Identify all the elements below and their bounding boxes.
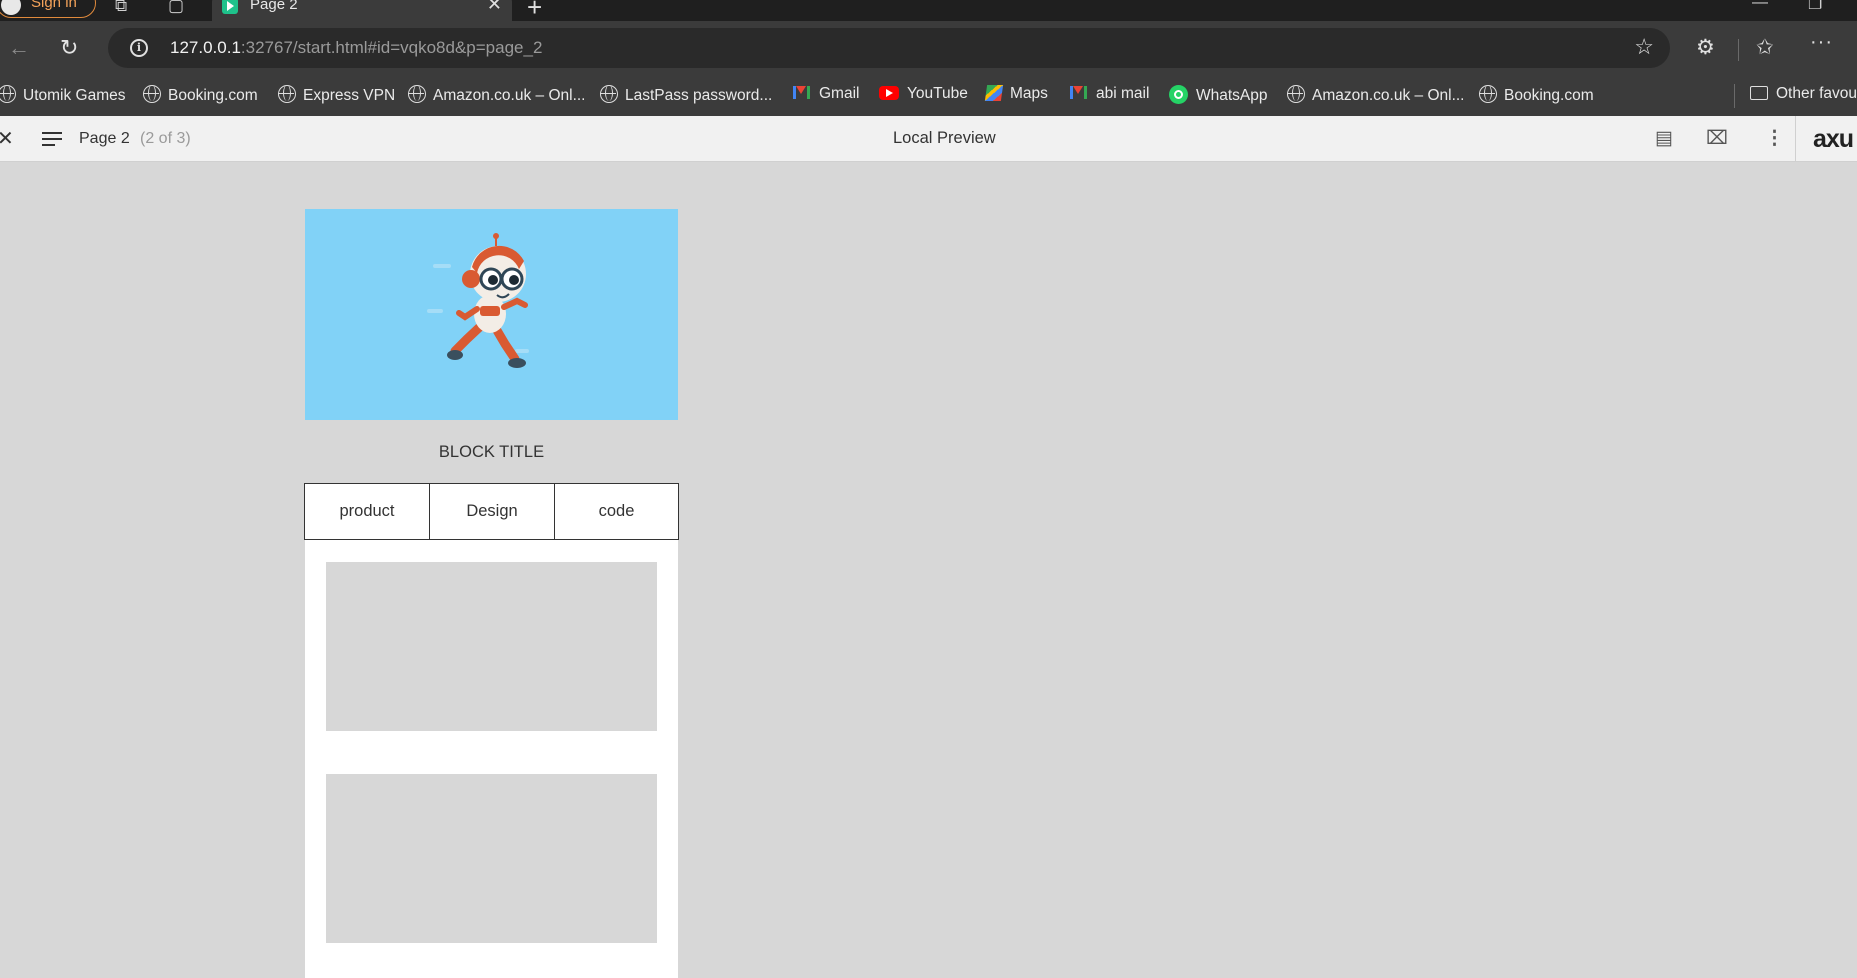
restore-window-icon[interactable]: ❐ (1808, 0, 1822, 14)
minimize-window-icon[interactable]: — (1752, 0, 1768, 12)
bookmark-youtube[interactable]: YouTube (879, 85, 968, 103)
axure-logo: axu (1813, 125, 1854, 153)
whatsapp-icon (1169, 85, 1188, 104)
tab-content-panel (305, 540, 678, 978)
page-menu-icon[interactable] (42, 132, 62, 146)
gmail-icon (793, 86, 810, 99)
bookmark-amazon[interactable]: Amazon.co.uk – Onl... (408, 85, 586, 105)
current-page-name: Page 2 (79, 130, 130, 147)
bookmark-label: Amazon.co.uk – Onl... (433, 87, 586, 104)
folder-icon (1750, 86, 1768, 100)
bookmark-label: Booking.com (168, 87, 258, 104)
bookmark-booking-2[interactable]: Booking.com (1479, 85, 1594, 105)
content-placeholder (326, 774, 657, 943)
preview-title: Local Preview (893, 129, 996, 147)
preview-toolbar: ✕ Page 2 (2 of 3) Local Preview ▤ ⌧ ⋮ ax… (0, 116, 1857, 162)
address-bar[interactable]: i 127.0.0.1:32767/start.html#id=vqko8d&p… (108, 28, 1670, 68)
url-host: 127.0.0.1 (170, 38, 241, 57)
maps-icon (984, 85, 1004, 101)
globe-icon (408, 85, 426, 103)
back-button[interactable]: ← (8, 35, 30, 61)
new-tab-button[interactable]: + (527, 0, 542, 23)
close-tab-icon[interactable]: ✕ (487, 0, 502, 15)
hero-image (305, 209, 678, 420)
bookmark-label: Amazon.co.uk – Onl... (1312, 87, 1465, 104)
bookmark-label: WhatsApp (1196, 87, 1268, 104)
more-options-icon[interactable]: ··· (1810, 31, 1833, 54)
notes-icon[interactable]: ▤ (1655, 127, 1673, 150)
bookmarks-bar: Utomik Games Booking.com Express VPN Ama… (0, 77, 1857, 116)
favorites-icon[interactable]: ✩ (1756, 35, 1774, 60)
toolbar-divider (1738, 39, 1739, 61)
reload-button[interactable]: ↻ (60, 35, 78, 61)
globe-icon (143, 85, 161, 103)
bookmark-other-favorites[interactable]: Other favou (1750, 85, 1857, 103)
globe-icon (1287, 85, 1305, 103)
bookmark-label: LastPass password... (625, 87, 773, 104)
gmail-icon (1070, 86, 1087, 99)
tab-code[interactable]: code (554, 483, 679, 540)
globe-icon (1479, 85, 1497, 103)
toolbar-divider (1795, 116, 1796, 162)
bookmark-booking[interactable]: Booking.com (143, 85, 258, 105)
bookmark-amazon-2[interactable]: Amazon.co.uk – Onl... (1287, 85, 1465, 105)
bookmark-maps[interactable]: Maps (984, 85, 1048, 103)
globe-icon (278, 85, 296, 103)
address-toolbar: ← ↻ i 127.0.0.1:32767/start.html#id=vqko… (0, 21, 1857, 77)
tab-product[interactable]: product (304, 483, 430, 540)
favorite-star-icon[interactable]: ☆ (1634, 34, 1654, 60)
sign-in-button[interactable]: Sign in (0, 0, 96, 18)
bookmark-label: YouTube (907, 85, 968, 102)
bookmark-utomik-games[interactable]: Utomik Games (0, 85, 126, 105)
more-vertical-icon[interactable]: ⋮ (1765, 127, 1784, 150)
bookmark-label: Utomik Games (23, 87, 126, 104)
globe-icon (0, 85, 16, 103)
bookmark-abi-mail[interactable]: abi mail (1070, 85, 1149, 103)
block-title: BLOCK TITLE (438, 443, 545, 461)
extensions-icon[interactable]: ⚙ (1696, 35, 1715, 60)
inspect-icon[interactable]: ⌧ (1706, 127, 1728, 150)
bookmark-gmail[interactable]: Gmail (793, 85, 859, 103)
url-text[interactable]: 127.0.0.1:32767/start.html#id=vqko8d&p=p… (170, 38, 542, 58)
axure-favicon-icon (222, 0, 238, 14)
bookmark-express-vpn[interactable]: Express VPN (278, 85, 395, 105)
robot-illustration-icon (427, 233, 529, 368)
tab-title: Page 2 (250, 0, 298, 13)
tab-bar: product Design code (304, 483, 679, 540)
tab-design[interactable]: Design (429, 483, 555, 540)
bookmark-label: abi mail (1096, 85, 1150, 102)
sign-in-label: Sign in (31, 0, 77, 11)
bookmark-label: Express VPN (303, 87, 396, 104)
tab-actions-icon[interactable]: ▢ (168, 0, 184, 16)
workspaces-icon[interactable]: ⧉ (115, 0, 127, 16)
globe-icon (600, 85, 618, 103)
youtube-icon (879, 86, 899, 100)
bookmark-label: Booking.com (1504, 87, 1594, 104)
profile-icon (1, 0, 21, 15)
content-placeholder (326, 562, 657, 731)
browser-tab-active[interactable]: Page 2 ✕ (212, 0, 512, 21)
site-info-icon[interactable]: i (130, 39, 148, 57)
url-path: :32767/start.html#id=vqko8d&p=page_2 (240, 38, 543, 57)
bookmark-lastpass[interactable]: LastPass password... (600, 85, 772, 105)
bookmark-whatsapp[interactable]: WhatsApp (1169, 85, 1268, 105)
close-sidebar-icon[interactable]: ✕ (0, 126, 14, 151)
bookmark-label: Gmail (819, 85, 860, 102)
bookmark-label: Maps (1010, 85, 1048, 102)
bookmark-label: Other favou (1776, 85, 1857, 102)
page-count: (2 of 3) (140, 130, 191, 147)
bookmarks-divider (1734, 84, 1735, 108)
browser-tab-strip: Sign in ⧉ ▢ Page 2 ✕ + — ❐ (0, 0, 1857, 23)
